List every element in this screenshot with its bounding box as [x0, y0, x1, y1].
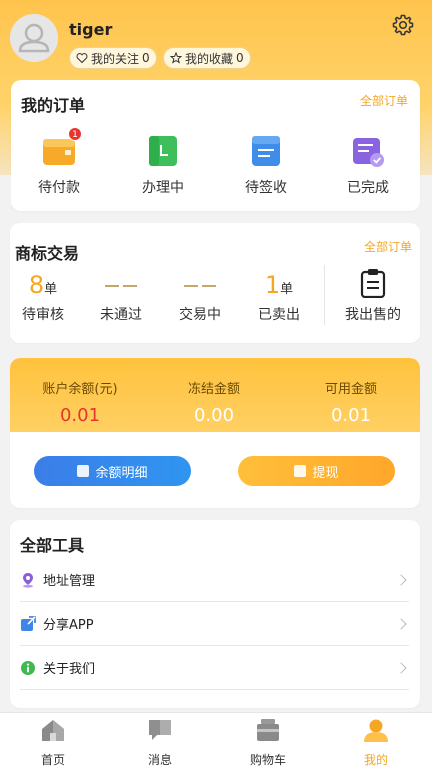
trademark-trading-card: 商标交易 全部订单 8单 待审核 -- 未通过 -- 交易中 1单 已卖出 我出…	[10, 223, 420, 343]
my-sold-button[interactable]: 我出售的	[336, 268, 410, 324]
chevron-right-icon	[395, 617, 407, 630]
stat-pending-review[interactable]: 8单 待审核	[10, 270, 76, 324]
tab-label: 购物车	[249, 753, 286, 767]
stat-in-trading[interactable]: -- 交易中	[167, 270, 233, 324]
chevron-right-icon	[395, 661, 407, 674]
orders-all-link[interactable]: 全部订单	[360, 92, 408, 109]
tab-label: 我的	[363, 753, 388, 767]
balance-card: 账户余额(元) 0.01 冻结金额 0.00 可用金额 0.01 余额明细 提现	[10, 358, 420, 508]
user-avatar-icon	[10, 14, 58, 62]
orders-title: 我的订单	[21, 96, 86, 115]
order-processing[interactable]: 办理中	[123, 133, 203, 197]
home-icon	[42, 720, 64, 741]
pending-payment-badge: 1	[68, 127, 82, 141]
username: tiger	[69, 20, 113, 39]
stat-label: 交易中	[179, 307, 221, 323]
message-icon	[149, 720, 171, 740]
location-icon	[23, 572, 33, 588]
divider	[324, 265, 325, 325]
tool-share-app[interactable]: 分享APP	[20, 602, 409, 646]
receipt-icon	[252, 136, 280, 166]
frozen-value: 0.00	[193, 405, 235, 426]
withdraw-label: 提现	[312, 465, 339, 481]
stat-unit: 单	[44, 282, 58, 297]
stat-label: 未通过	[100, 307, 142, 323]
tab-cart[interactable]: 购物车	[238, 718, 298, 768]
order-awaiting-receipt[interactable]: 待签收	[226, 133, 306, 197]
my-orders-card: 我的订单 全部订单 1 待付款 办理中 待签收 已完成	[11, 80, 420, 211]
stat-sold[interactable]: 1单 已卖出	[246, 270, 312, 324]
tool-label: 地址管理	[43, 574, 96, 589]
order-item-label: 已完成	[347, 180, 389, 196]
follow-label: 我的关注	[91, 51, 140, 66]
profile-header: tiger 我的关注 0 我的收藏 0	[0, 0, 432, 80]
order-item-label: 办理中	[142, 180, 184, 196]
stat-value: 1	[264, 271, 281, 299]
available-label: 可用金额	[324, 382, 377, 397]
favorite-count: 0	[236, 51, 244, 65]
stat-label: 待审核	[22, 307, 64, 323]
withdraw-icon	[294, 465, 307, 477]
balance-detail-button[interactable]: 余额明细	[34, 456, 191, 486]
star-icon	[170, 52, 182, 64]
order-item-label: 待付款	[38, 180, 80, 196]
cart-icon	[257, 719, 279, 741]
profile-icon	[364, 719, 388, 742]
balance-detail-label: 余额明细	[95, 465, 148, 481]
settings-gear-icon[interactable]	[391, 13, 415, 37]
tool-label: 关于我们	[43, 662, 96, 677]
trademark-title: 商标交易	[15, 244, 80, 263]
heart-icon	[76, 53, 88, 64]
tab-profile[interactable]: 我的	[346, 718, 406, 768]
share-icon	[21, 615, 36, 631]
tab-messages[interactable]: 消息	[130, 718, 190, 768]
follow-count: 0	[142, 51, 150, 65]
order-item-label: 待签收	[245, 180, 287, 196]
account-balance: 账户余额(元) 0.01	[20, 378, 140, 426]
tool-address-management[interactable]: 地址管理	[20, 558, 409, 602]
detail-icon	[77, 465, 90, 477]
tab-label: 首页	[40, 753, 65, 767]
completed-icon	[353, 138, 384, 167]
stat-unit: 单	[280, 282, 294, 297]
avatar[interactable]	[10, 14, 58, 62]
trademark-all-link[interactable]: 全部订单	[364, 238, 412, 255]
tab-home[interactable]: 首页	[23, 718, 83, 768]
order-pending-payment[interactable]: 1 待付款	[19, 127, 99, 197]
stat-label: 已卖出	[258, 307, 300, 323]
tools-title: 全部工具	[20, 536, 85, 555]
stat-value: 8	[28, 271, 45, 299]
clipboard-icon	[360, 269, 386, 298]
frozen-label: 冻结金额	[187, 382, 240, 397]
info-icon	[21, 660, 35, 675]
stat-rejected[interactable]: -- 未通过	[88, 270, 154, 324]
tool-label: 分享APP	[43, 618, 94, 633]
available-value: 0.01	[330, 405, 372, 426]
my-favorites-button[interactable]: 我的收藏 0	[163, 47, 251, 69]
tab-label: 消息	[147, 753, 172, 767]
balance-label: 账户余额(元)	[42, 382, 118, 397]
balance-value: 0.01	[59, 405, 101, 426]
frozen-amount: 冻结金额 0.00	[154, 378, 274, 426]
chevron-right-icon	[395, 573, 407, 586]
available-amount: 可用金额 0.01	[291, 378, 411, 426]
processing-icon	[149, 136, 177, 166]
favorite-label: 我的收藏	[185, 51, 234, 66]
order-completed[interactable]: 已完成	[328, 133, 408, 197]
tool-about-us[interactable]: 关于我们	[20, 646, 409, 690]
bottom-tab-bar: 首页 消息 购物车 我的	[0, 712, 432, 768]
my-follows-button[interactable]: 我的关注 0	[69, 47, 157, 69]
my-sold-label: 我出售的	[345, 307, 401, 323]
withdraw-button[interactable]: 提现	[238, 456, 395, 486]
